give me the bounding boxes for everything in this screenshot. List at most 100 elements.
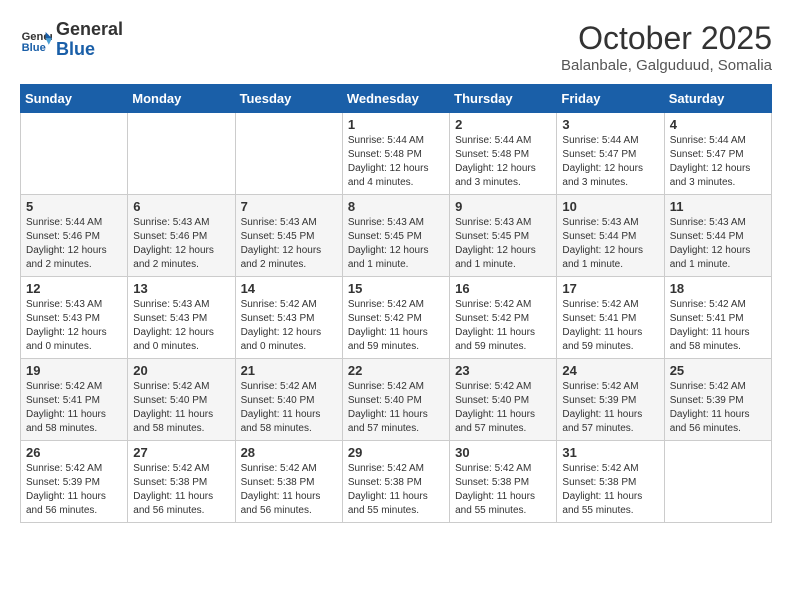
calendar-cell: 12 Sunrise: 5:43 AM Sunset: 5:43 PM Dayli… [21,277,128,359]
calendar-cell: 24 Sunrise: 5:42 AM Sunset: 5:39 PM Dayli… [557,359,664,441]
calendar-cell: 25 Sunrise: 5:42 AM Sunset: 5:39 PM Dayli… [664,359,771,441]
day-info: Sunrise: 5:44 AM Sunset: 5:46 PM Dayligh… [26,216,122,272]
calendar-cell: 30 Sunrise: 5:42 AM Sunset: 5:38 PM Dayli… [450,441,557,523]
calendar-cell: 4 Sunrise: 5:44 AM Sunset: 5:47 PM Daylig… [664,113,771,195]
day-info: Sunrise: 5:43 AM Sunset: 5:46 PM Dayligh… [133,216,229,272]
day-number: 21 [241,363,337,378]
weekday-header-monday: Monday [128,85,235,113]
calendar-cell: 31 Sunrise: 5:42 AM Sunset: 5:38 PM Dayli… [557,441,664,523]
day-info: Sunrise: 5:42 AM Sunset: 5:43 PM Dayligh… [241,298,337,354]
day-info: Sunrise: 5:42 AM Sunset: 5:40 PM Dayligh… [133,380,229,436]
calendar-cell: 3 Sunrise: 5:44 AM Sunset: 5:47 PM Daylig… [557,113,664,195]
day-info: Sunrise: 5:42 AM Sunset: 5:40 PM Dayligh… [455,380,551,436]
day-info: Sunrise: 5:43 AM Sunset: 5:43 PM Dayligh… [26,298,122,354]
day-number: 22 [348,363,444,378]
day-number: 9 [455,199,551,214]
svg-text:Blue: Blue [22,42,46,54]
logo-icon: General Blue [20,24,52,56]
day-info: Sunrise: 5:44 AM Sunset: 5:48 PM Dayligh… [348,134,444,190]
day-info: Sunrise: 5:43 AM Sunset: 5:44 PM Dayligh… [562,216,658,272]
day-number: 27 [133,445,229,460]
day-number: 6 [133,199,229,214]
calendar-cell: 22 Sunrise: 5:42 AM Sunset: 5:40 PM Dayli… [342,359,449,441]
logo-text: General Blue [56,20,123,60]
day-number: 3 [562,117,658,132]
day-info: Sunrise: 5:42 AM Sunset: 5:41 PM Dayligh… [26,380,122,436]
day-number: 1 [348,117,444,132]
calendar-cell: 20 Sunrise: 5:42 AM Sunset: 5:40 PM Dayli… [128,359,235,441]
day-info: Sunrise: 5:42 AM Sunset: 5:39 PM Dayligh… [26,462,122,518]
day-info: Sunrise: 5:42 AM Sunset: 5:38 PM Dayligh… [348,462,444,518]
day-number: 28 [241,445,337,460]
calendar-cell: 26 Sunrise: 5:42 AM Sunset: 5:39 PM Dayli… [21,441,128,523]
calendar-cell: 28Sunrise: 5:42 AM Sunset: 5:38 PM Dayli… [235,441,342,523]
calendar-cell: 11Sunrise: 5:43 AM Sunset: 5:44 PM Dayli… [664,195,771,277]
calendar-cell: 9 Sunrise: 5:43 AM Sunset: 5:45 PM Daylig… [450,195,557,277]
calendar-cell: 1 Sunrise: 5:44 AM Sunset: 5:48 PM Daylig… [342,113,449,195]
page-header: General Blue General Blue October 2025 B… [20,20,772,74]
calendar-week-row: 19 Sunrise: 5:42 AM Sunset: 5:41 PM Dayli… [21,359,772,441]
calendar-cell: 16 Sunrise: 5:42 AM Sunset: 5:42 PM Dayli… [450,277,557,359]
day-info: Sunrise: 5:42 AM Sunset: 5:42 PM Dayligh… [455,298,551,354]
day-info: Sunrise: 5:43 AM Sunset: 5:43 PM Dayligh… [133,298,229,354]
day-number: 16 [455,281,551,296]
calendar-cell: 23 Sunrise: 5:42 AM Sunset: 5:40 PM Dayli… [450,359,557,441]
day-number: 26 [26,445,122,460]
day-number: 5 [26,199,122,214]
calendar-cell: 27 Sunrise: 5:42 AM Sunset: 5:38 PM Dayli… [128,441,235,523]
weekday-header-row: SundayMondayTuesdayWednesdayThursdayFrid… [21,85,772,113]
day-number: 18 [670,281,766,296]
calendar-cell: 8Sunrise: 5:43 AM Sunset: 5:45 PM Daylig… [342,195,449,277]
day-number: 25 [670,363,766,378]
calendar-week-row: 26 Sunrise: 5:42 AM Sunset: 5:39 PM Dayli… [21,441,772,523]
day-info: Sunrise: 5:42 AM Sunset: 5:41 PM Dayligh… [562,298,658,354]
day-info: Sunrise: 5:42 AM Sunset: 5:42 PM Dayligh… [348,298,444,354]
day-info: Sunrise: 5:43 AM Sunset: 5:44 PM Dayligh… [670,216,766,272]
month-title: October 2025 [561,20,772,57]
weekday-header-saturday: Saturday [664,85,771,113]
day-number: 29 [348,445,444,460]
day-number: 2 [455,117,551,132]
weekday-header-tuesday: Tuesday [235,85,342,113]
calendar-cell [664,441,771,523]
day-info: Sunrise: 5:42 AM Sunset: 5:40 PM Dayligh… [348,380,444,436]
day-info: Sunrise: 5:42 AM Sunset: 5:38 PM Dayligh… [133,462,229,518]
day-number: 31 [562,445,658,460]
location-subtitle: Balanbale, Galguduud, Somalia [561,57,772,74]
day-number: 24 [562,363,658,378]
calendar-cell: 18 Sunrise: 5:42 AM Sunset: 5:41 PM Dayli… [664,277,771,359]
calendar-week-row: 1 Sunrise: 5:44 AM Sunset: 5:48 PM Daylig… [21,113,772,195]
day-number: 4 [670,117,766,132]
calendar-week-row: 12 Sunrise: 5:43 AM Sunset: 5:43 PM Dayli… [21,277,772,359]
calendar-cell [21,113,128,195]
calendar-cell: 19 Sunrise: 5:42 AM Sunset: 5:41 PM Dayli… [21,359,128,441]
day-info: Sunrise: 5:42 AM Sunset: 5:40 PM Dayligh… [241,380,337,436]
day-number: 12 [26,281,122,296]
calendar-cell: 15 Sunrise: 5:42 AM Sunset: 5:42 PM Dayli… [342,277,449,359]
calendar-week-row: 5 Sunrise: 5:44 AM Sunset: 5:46 PM Daylig… [21,195,772,277]
day-number: 19 [26,363,122,378]
day-info: Sunrise: 5:42 AM Sunset: 5:41 PM Dayligh… [670,298,766,354]
day-info: Sunrise: 5:43 AM Sunset: 5:45 PM Dayligh… [455,216,551,272]
day-info: Sunrise: 5:44 AM Sunset: 5:47 PM Dayligh… [562,134,658,190]
day-number: 23 [455,363,551,378]
day-info: Sunrise: 5:42 AM Sunset: 5:39 PM Dayligh… [562,380,658,436]
calendar-cell: 13 Sunrise: 5:43 AM Sunset: 5:43 PM Dayli… [128,277,235,359]
day-info: Sunrise: 5:42 AM Sunset: 5:38 PM Dayligh… [455,462,551,518]
day-info: Sunrise: 5:42 AM Sunset: 5:38 PM Dayligh… [562,462,658,518]
calendar-cell: 7Sunrise: 5:43 AM Sunset: 5:45 PM Daylig… [235,195,342,277]
day-info: Sunrise: 5:43 AM Sunset: 5:45 PM Dayligh… [348,216,444,272]
day-info: Sunrise: 5:42 AM Sunset: 5:39 PM Dayligh… [670,380,766,436]
weekday-header-friday: Friday [557,85,664,113]
calendar-cell [128,113,235,195]
day-number: 15 [348,281,444,296]
day-info: Sunrise: 5:44 AM Sunset: 5:47 PM Dayligh… [670,134,766,190]
calendar-cell: 14Sunrise: 5:42 AM Sunset: 5:43 PM Dayli… [235,277,342,359]
day-number: 7 [241,199,337,214]
day-number: 30 [455,445,551,460]
day-number: 20 [133,363,229,378]
title-block: October 2025 Balanbale, Galguduud, Somal… [561,20,772,74]
calendar-cell [235,113,342,195]
day-number: 13 [133,281,229,296]
calendar-cell: 21 Sunrise: 5:42 AM Sunset: 5:40 PM Dayli… [235,359,342,441]
